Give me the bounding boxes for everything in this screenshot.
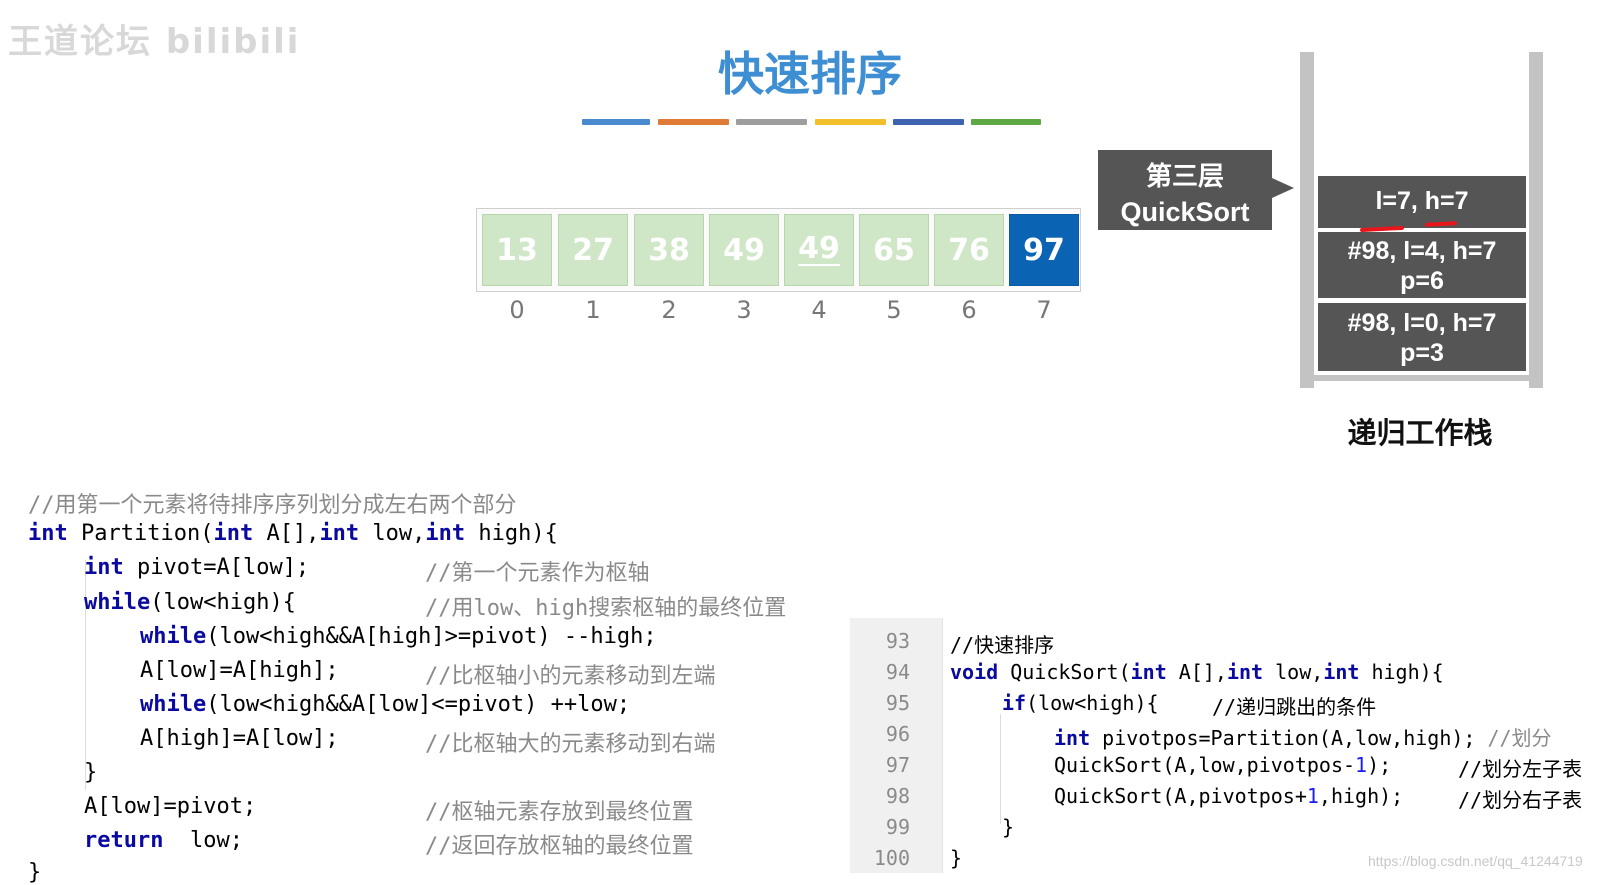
page-title: 快速排序 bbox=[718, 47, 902, 101]
stack-frame: #98, l=0, h=7 p=3 bbox=[1318, 303, 1526, 371]
array-index: 2 bbox=[661, 296, 677, 324]
color-bar-segment bbox=[582, 119, 650, 125]
code-comment: //枢轴元素存放到最终位置 bbox=[425, 800, 694, 825]
stack-frame: #98, l=4, h=7 p=6 bbox=[1318, 232, 1526, 298]
code-comment: //比枢轴小的元素移动到左端 bbox=[425, 664, 716, 689]
code-comment: //递归跳出的条件 bbox=[1212, 695, 1377, 719]
color-bar-segment bbox=[815, 119, 886, 125]
code-comment: //用low、high搜索枢轴的最终位置 bbox=[425, 596, 787, 621]
stack-floor bbox=[1314, 375, 1529, 381]
code-comment: //划分右子表 bbox=[1458, 788, 1583, 812]
array-cell-active: 97 bbox=[1009, 214, 1079, 286]
array-cell: 38 bbox=[634, 214, 704, 286]
code-comment: //划分左子表 bbox=[1458, 757, 1583, 781]
array-cell: 13 bbox=[482, 214, 552, 286]
code-line: QuickSort(A,pivotpos+1,high); bbox=[1054, 784, 1404, 808]
line-number: 96 bbox=[885, 722, 910, 746]
line-number: 100 bbox=[873, 846, 910, 870]
array-cell: 65 bbox=[859, 214, 929, 286]
code-line: return low; bbox=[84, 828, 243, 853]
code-line: void QuickSort(int A[],int low,int high)… bbox=[950, 660, 1444, 684]
line-number: 99 bbox=[885, 815, 910, 839]
color-bar-segment bbox=[971, 119, 1041, 125]
color-bar-segment bbox=[893, 119, 964, 125]
array-index: 5 bbox=[886, 296, 902, 324]
code-comment: //第一个元素作为枢轴 bbox=[425, 561, 650, 586]
code-line: } bbox=[1002, 815, 1015, 839]
array-index: 1 bbox=[585, 296, 601, 324]
code-line: while(low<high&&A[high]>=pivot) --high; bbox=[140, 624, 657, 649]
indent-guide bbox=[85, 630, 86, 770]
array-index: 7 bbox=[1036, 296, 1052, 324]
line-number: 95 bbox=[885, 691, 910, 715]
csdn-watermark: https://blog.csdn.net/qq_41244719 bbox=[1368, 853, 1583, 869]
code-line: A[high]=A[low]; bbox=[140, 726, 339, 751]
code-line: while(low<high&&A[low]<=pivot) ++low; bbox=[140, 692, 631, 717]
pointer-arrow-icon bbox=[1272, 178, 1294, 198]
code-line: } bbox=[950, 846, 963, 870]
color-bar-segment bbox=[736, 119, 807, 125]
array-cell: 27 bbox=[558, 214, 628, 286]
layer-tag-level: 第三层 bbox=[1145, 161, 1224, 191]
code-comment: //用第一个元素将待排序序列划分成左右两个部分 bbox=[28, 493, 517, 518]
line-number: 93 bbox=[885, 629, 910, 653]
layer-tag-function: QuickSort bbox=[1120, 197, 1250, 227]
array-cell: 76 bbox=[934, 214, 1004, 286]
code-comment: //比枢轴大的元素移动到右端 bbox=[425, 732, 716, 757]
array-index: 3 bbox=[736, 296, 752, 324]
array-index: 6 bbox=[961, 296, 977, 324]
line-number: 94 bbox=[885, 660, 910, 684]
code-line: QuickSort(A,low,pivotpos-1); bbox=[1054, 753, 1392, 777]
recursion-layer-tag: 第三层 QuickSort bbox=[1098, 150, 1272, 230]
code-line: } bbox=[84, 760, 98, 785]
stack-frame: l=7, h=7 bbox=[1318, 176, 1526, 228]
code-line: A[low]=A[high]; bbox=[140, 658, 339, 683]
array-cell: 49 bbox=[784, 214, 854, 286]
code-line: if(low<high){ bbox=[1002, 691, 1159, 715]
stack-wall-left bbox=[1300, 52, 1314, 388]
code-line: } bbox=[28, 860, 42, 885]
code-line: A[low]=pivot; bbox=[84, 794, 257, 819]
line-number: 97 bbox=[885, 753, 910, 777]
code-line: int Partition(int A[],int low,int high){ bbox=[28, 521, 558, 546]
array-index: 4 bbox=[811, 296, 827, 324]
array-index: 0 bbox=[509, 296, 525, 324]
indent-guide bbox=[1000, 714, 1001, 824]
code-line: int pivotpos=Partition(A,low,high); //划分 bbox=[1054, 726, 1552, 750]
site-watermark: 王道论坛 bilibili bbox=[8, 22, 301, 62]
array-cell: 49 bbox=[709, 214, 779, 286]
code-comment: //快速排序 bbox=[950, 633, 1055, 657]
line-number: 98 bbox=[885, 784, 910, 808]
color-bar-segment bbox=[658, 119, 729, 125]
stack-wall-right bbox=[1529, 52, 1543, 388]
code-line: while(low<high){ bbox=[84, 590, 296, 615]
code-line: int pivot=A[low]; bbox=[84, 555, 310, 580]
stack-label: 递归工作栈 bbox=[1347, 416, 1493, 450]
code-comment: //返回存放枢轴的最终位置 bbox=[425, 834, 694, 859]
